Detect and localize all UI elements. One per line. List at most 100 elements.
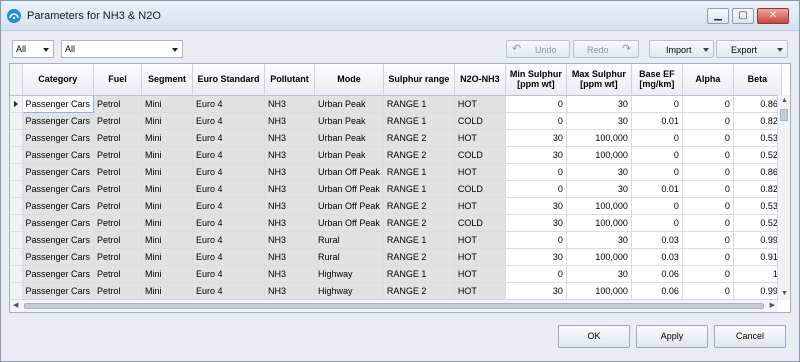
table-cell[interactable]: 0 xyxy=(682,248,734,266)
table-cell[interactable]: NH3 xyxy=(264,163,316,181)
table-cell[interactable]: 0.06 xyxy=(631,265,683,283)
row-selector[interactable] xyxy=(10,248,23,266)
table-cell[interactable]: Urban Off Peak xyxy=(314,180,384,198)
table-cell[interactable]: Passenger Cars xyxy=(22,265,95,283)
table-cell[interactable]: 100,000 xyxy=(566,282,632,300)
table-cell[interactable]: Petrol xyxy=(93,112,143,130)
table-cell[interactable]: 100,000 xyxy=(566,197,632,215)
table-cell[interactable]: 100,000 xyxy=(566,129,632,147)
table-cell[interactable]: Rural xyxy=(314,231,384,249)
table-cell[interactable]: 100,000 xyxy=(566,214,632,232)
table-cell[interactable]: Euro 4 xyxy=(192,282,266,300)
table-cell[interactable]: Urban Peak xyxy=(314,95,384,113)
table-cell[interactable]: 0 xyxy=(682,95,734,113)
table-cell[interactable]: 0.03 xyxy=(631,231,683,249)
table-cell[interactable]: Euro 4 xyxy=(192,231,266,249)
table-cell[interactable]: HOT xyxy=(454,129,506,147)
table-cell[interactable]: Euro 4 xyxy=(192,129,266,147)
table-cell[interactable]: Euro 4 xyxy=(192,112,266,130)
table-cell[interactable]: Urban Off Peak xyxy=(314,163,384,181)
table-cell[interactable]: Petrol xyxy=(93,129,143,147)
table-cell[interactable]: 30 xyxy=(505,248,567,266)
table-cell[interactable]: 0.01 xyxy=(631,180,683,198)
table-cell[interactable]: 0 xyxy=(505,163,567,181)
row-selector[interactable] xyxy=(10,197,23,215)
table-cell[interactable]: 30 xyxy=(566,231,632,249)
table-cell[interactable]: HOT xyxy=(454,265,506,283)
table-row[interactable]: Passenger Cars Petrol Mini Euro 4 NH3 Urban O… xyxy=(10,197,782,215)
close-button[interactable]: ✕ xyxy=(757,8,789,24)
table-cell[interactable]: 0 xyxy=(682,282,734,300)
column-header[interactable]: Max Sulphur [ppm wt] xyxy=(566,64,632,96)
table-cell[interactable]: Mini xyxy=(141,163,194,181)
table-row[interactable]: Passenger Cars Petrol Mini Euro 4 NH3 Urban P… xyxy=(10,112,782,130)
table-cell[interactable]: 30 xyxy=(505,146,567,164)
table-cell[interactable]: 0 xyxy=(682,214,734,232)
column-header[interactable]: Euro Standard xyxy=(192,64,266,96)
table-cell[interactable]: 30 xyxy=(566,265,632,283)
table-cell[interactable]: Urban Peak xyxy=(314,146,384,164)
table-cell[interactable]: RANGE 2 xyxy=(383,146,455,164)
table-cell[interactable]: Rural xyxy=(314,248,384,266)
table-cell[interactable]: 0.99 xyxy=(733,282,782,300)
table-cell[interactable]: NH3 xyxy=(264,112,316,130)
row-selector[interactable] xyxy=(10,265,23,283)
table-cell[interactable]: HOT xyxy=(454,163,506,181)
table-cell[interactable]: 0.82 xyxy=(733,112,782,130)
row-selector[interactable] xyxy=(10,180,23,198)
table-cell[interactable]: Euro 4 xyxy=(192,197,266,215)
maximize-button[interactable]: ▢ xyxy=(732,8,754,24)
table-cell[interactable]: 0 xyxy=(631,129,683,147)
table-cell[interactable]: 0.03 xyxy=(631,248,683,266)
table-cell[interactable]: Euro 4 xyxy=(192,163,266,181)
table-cell[interactable]: 0 xyxy=(631,214,683,232)
table-row[interactable]: Passenger Cars Petrol Mini Euro 4 NH3 Highway… xyxy=(10,282,782,300)
table-cell[interactable]: 0.53 xyxy=(733,129,782,147)
table-cell[interactable]: 0 xyxy=(682,180,734,198)
table-cell[interactable]: Euro 4 xyxy=(192,146,266,164)
table-cell[interactable]: NH3 xyxy=(264,282,316,300)
table-cell[interactable]: RANGE 1 xyxy=(383,231,455,249)
table-cell[interactable]: Petrol xyxy=(93,282,143,300)
column-header[interactable]: Alpha xyxy=(682,64,734,96)
table-cell[interactable]: 0 xyxy=(631,146,683,164)
row-selector[interactable] xyxy=(10,129,23,147)
table-cell[interactable]: 0.91 xyxy=(733,248,782,266)
scroll-right-icon[interactable]: ▶ xyxy=(770,302,775,310)
table-cell[interactable]: Petrol xyxy=(93,163,143,181)
column-header[interactable]: Fuel xyxy=(93,64,143,96)
table-cell[interactable]: NH3 xyxy=(264,129,316,147)
scroll-left-icon[interactable]: ◀ xyxy=(13,302,18,310)
table-cell[interactable]: NH3 xyxy=(264,180,316,198)
horizontal-scrollbar[interactable]: ◀ ▶ xyxy=(10,299,778,312)
table-cell[interactable]: Euro 4 xyxy=(192,248,266,266)
table-cell[interactable]: Passenger Cars xyxy=(22,282,95,300)
minimize-button[interactable]: ▁ xyxy=(707,8,729,24)
table-cell[interactable]: 0.86 xyxy=(733,163,782,181)
row-selector[interactable] xyxy=(10,231,23,249)
table-cell[interactable]: Petrol xyxy=(93,248,143,266)
table-cell[interactable]: Mini xyxy=(141,265,194,283)
table-cell[interactable]: NH3 xyxy=(264,95,316,113)
column-header[interactable]: Base EF [mg/km] xyxy=(631,64,683,96)
table-cell[interactable]: Urban Peak xyxy=(314,129,384,147)
row-selector[interactable] xyxy=(10,214,23,232)
table-cell[interactable]: 30 xyxy=(566,180,632,198)
parameters-grid[interactable]: Category Fuel Segment Euro Standard Poll… xyxy=(9,63,791,313)
table-cell[interactable]: Euro 4 xyxy=(192,265,266,283)
table-cell[interactable]: 30 xyxy=(505,282,567,300)
table-cell[interactable]: 0.52 xyxy=(733,146,782,164)
table-cell[interactable]: Highway xyxy=(314,265,384,283)
table-cell[interactable]: NH3 xyxy=(264,248,316,266)
table-cell[interactable]: HOT xyxy=(454,197,506,215)
table-cell[interactable]: COLD xyxy=(454,180,506,198)
table-cell[interactable]: 0 xyxy=(682,197,734,215)
table-cell[interactable]: RANGE 1 xyxy=(383,180,455,198)
table-cell[interactable]: NH3 xyxy=(264,146,316,164)
table-row[interactable]: Passenger Cars Petrol Mini Euro 4 NH3 Urban P… xyxy=(10,129,782,147)
table-cell[interactable]: Euro 4 xyxy=(192,95,266,113)
table-cell[interactable]: 0 xyxy=(682,231,734,249)
table-cell[interactable]: 0 xyxy=(505,95,567,113)
table-cell[interactable]: 0 xyxy=(682,129,734,147)
table-cell[interactable]: RANGE 2 xyxy=(383,197,455,215)
